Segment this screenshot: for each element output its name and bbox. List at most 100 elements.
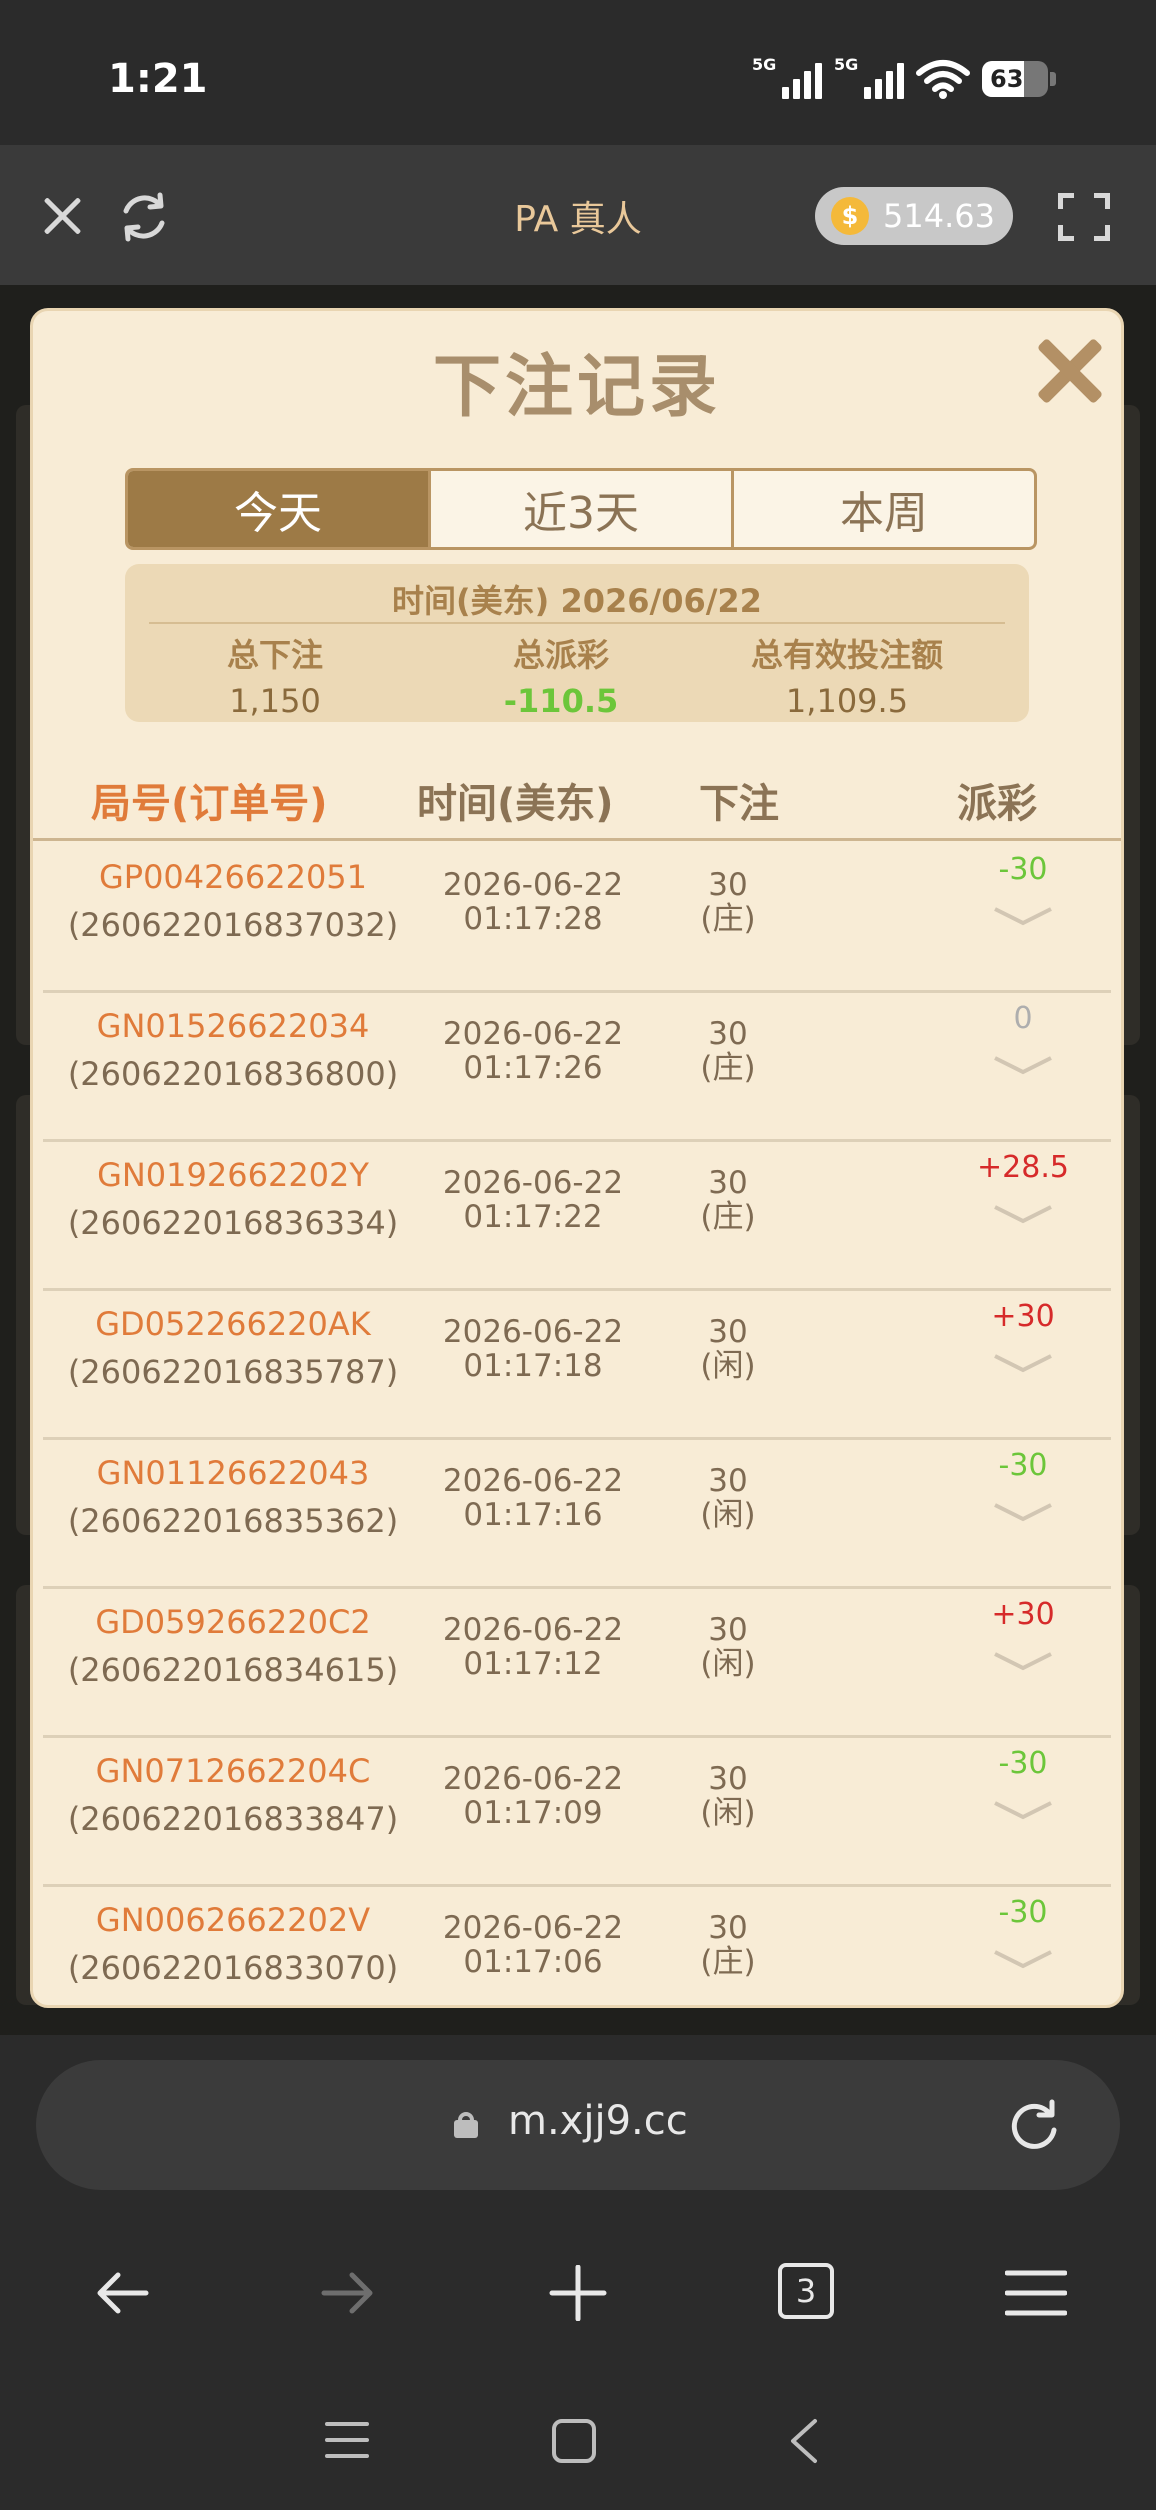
reload-icon[interactable] (1004, 2096, 1064, 2156)
tab-this-week[interactable]: 本周 (734, 471, 1034, 547)
bet-date: 2026-06-22 (442, 1463, 624, 1499)
forward-arrow-icon[interactable] (318, 2265, 378, 2321)
bet-time: 01:17:26 (463, 1050, 603, 1086)
order-id: (260622016833070) (67, 1949, 399, 1987)
new-tab-plus-icon[interactable] (548, 2265, 608, 2321)
status-time: 1:21 (108, 56, 208, 102)
battery-tip (1050, 72, 1056, 86)
order-id: (260622016837032) (67, 906, 399, 944)
payout-value: 0 (1013, 1001, 1033, 1036)
payout-value: +30 (991, 1597, 1055, 1632)
valid-bet: 总有效投注额 1,109.5 (697, 630, 997, 720)
game-id: GN01526622034 (96, 1007, 370, 1045)
summary-panel: 时间(美东) 2026/06/22 总下注 1,150 总派彩 -110.5 总… (125, 564, 1029, 722)
chevron-down-icon[interactable] (993, 1501, 1053, 1523)
tab-last-3-days[interactable]: 近3天 (431, 471, 734, 547)
battery-level: 63 (990, 65, 1024, 93)
payout-value: -30 (998, 1448, 1048, 1483)
table-row[interactable]: GN0062662202V (260622016833070) 2026-06-2… (43, 1887, 1111, 2005)
back-arrow-icon[interactable] (92, 2265, 152, 2321)
bet-amount: 30 (708, 867, 748, 903)
bet-time: 01:17:09 (463, 1795, 603, 1831)
recent-apps-icon[interactable] (325, 2420, 369, 2460)
table-row[interactable]: GP00426622051 (260622016837032) 2026-06-2… (43, 844, 1111, 993)
table-header: 局号(订单号) 时间(美东) 下注 派彩 (33, 771, 1121, 841)
payout-value: -30 (998, 852, 1048, 887)
status-icons: 5G 5G 63 (752, 54, 1056, 104)
bet-time: 01:17:22 (463, 1199, 603, 1235)
modal-close-icon[interactable] (1030, 331, 1110, 411)
menu-icon[interactable] (1005, 2265, 1067, 2321)
network-type-2: 5G (834, 55, 859, 74)
order-id: (260622016835362) (67, 1502, 399, 1540)
payout-value: -30 (998, 1746, 1048, 1781)
bet-date: 2026-06-22 (442, 867, 624, 903)
bet-amount: 30 (708, 1612, 748, 1648)
order-id: (260622016833847) (67, 1800, 399, 1838)
total-bet-value: 1,150 (229, 682, 321, 720)
game-id: GD059266220C2 (95, 1603, 371, 1641)
bet-date: 2026-06-22 (442, 1910, 624, 1946)
valid-bet-label: 总有效投注额 (750, 636, 943, 674)
bet-amount: 30 (708, 1314, 748, 1350)
chevron-down-icon[interactable] (993, 1054, 1053, 1076)
bet-time: 01:17:28 (463, 901, 603, 937)
tab-count-icon[interactable]: 3 (778, 2263, 834, 2319)
bet-date: 2026-06-22 (442, 1165, 624, 1201)
payout-value: +30 (991, 1299, 1055, 1334)
column-payout: 派彩 (957, 781, 1037, 827)
bet-side: (庄) (700, 1199, 756, 1235)
bet-date: 2026-06-22 (442, 1016, 624, 1052)
total-payout-label: 总派彩 (512, 636, 609, 674)
chevron-down-icon[interactable] (993, 1650, 1053, 1672)
table-row[interactable]: GN0712662204C (260622016833847) 2026-06-2… (43, 1738, 1111, 1887)
bet-date: 2026-06-22 (442, 1761, 624, 1797)
bet-amount: 30 (708, 1165, 748, 1201)
bet-time: 01:17:06 (463, 1944, 603, 1980)
column-time: 时间(美东) (417, 781, 614, 827)
total-payout-value: -110.5 (503, 682, 619, 720)
game-id: GN01126622043 (96, 1454, 370, 1492)
signal-icon: 5G (752, 55, 822, 99)
game-id: GN0712662204C (95, 1752, 371, 1790)
network-type-1: 5G (752, 55, 777, 74)
bet-amount: 30 (708, 1761, 748, 1797)
bet-record-modal: 下注记录 今天 近3天 本周 时间(美东) 2026/06/22 总下注 1,1… (30, 308, 1124, 2008)
chevron-down-icon[interactable] (993, 1203, 1053, 1225)
chevron-down-icon[interactable] (993, 1799, 1053, 1821)
url-bar[interactable]: m.xjj9.cc (36, 2060, 1120, 2190)
bet-side: (闲) (700, 1795, 756, 1831)
game-id: GN0062662202V (95, 1901, 371, 1939)
chevron-down-icon[interactable] (993, 1352, 1053, 1374)
bet-side: (庄) (700, 1050, 756, 1086)
modal-title: 下注记录 (432, 348, 721, 427)
bet-amount: 30 (708, 1910, 748, 1946)
home-icon[interactable] (552, 2419, 596, 2463)
bet-side: (庄) (700, 901, 756, 937)
order-id: (260622016836800) (67, 1055, 399, 1093)
payout-value: +28.5 (977, 1150, 1069, 1185)
game-id: GP00426622051 (98, 858, 368, 896)
chevron-down-icon[interactable] (993, 905, 1053, 927)
bet-side: (庄) (700, 1944, 756, 1980)
system-back-icon[interactable] (785, 2417, 821, 2465)
bet-time: 01:17:12 (463, 1646, 603, 1682)
app-header: PA 真人 $ 514.63 (0, 145, 1156, 285)
table-row[interactable]: GD052266220AK (260622016835787) 2026-06-2… (43, 1291, 1111, 1440)
tab-today[interactable]: 今天 (128, 471, 431, 547)
table-row[interactable]: GN0192662202Y (260622016836334) 2026-06-2… (43, 1142, 1111, 1291)
total-bet: 总下注 1,150 (125, 630, 425, 720)
table-row[interactable]: GN01526622034 (260622016836800) 2026-06-2… (43, 993, 1111, 1142)
order-id: (260622016835787) (67, 1353, 399, 1391)
order-id: (260622016836334) (67, 1204, 399, 1242)
payout-value: -30 (998, 1895, 1048, 1930)
table-row[interactable]: GD059266220C2 (260622016834615) 2026-06-2… (43, 1589, 1111, 1738)
summary-divider (149, 622, 1005, 624)
table-row[interactable]: GN01126622043 (260622016835362) 2026-06-2… (43, 1440, 1111, 1589)
fullscreen-icon[interactable] (1058, 193, 1110, 241)
system-nav-bar (0, 2365, 1156, 2510)
chevron-down-icon[interactable] (993, 1948, 1053, 1970)
bet-amount: 30 (708, 1463, 748, 1499)
balance-pill[interactable]: $ 514.63 (815, 187, 1013, 245)
total-payout: 总派彩 -110.5 (411, 630, 711, 720)
